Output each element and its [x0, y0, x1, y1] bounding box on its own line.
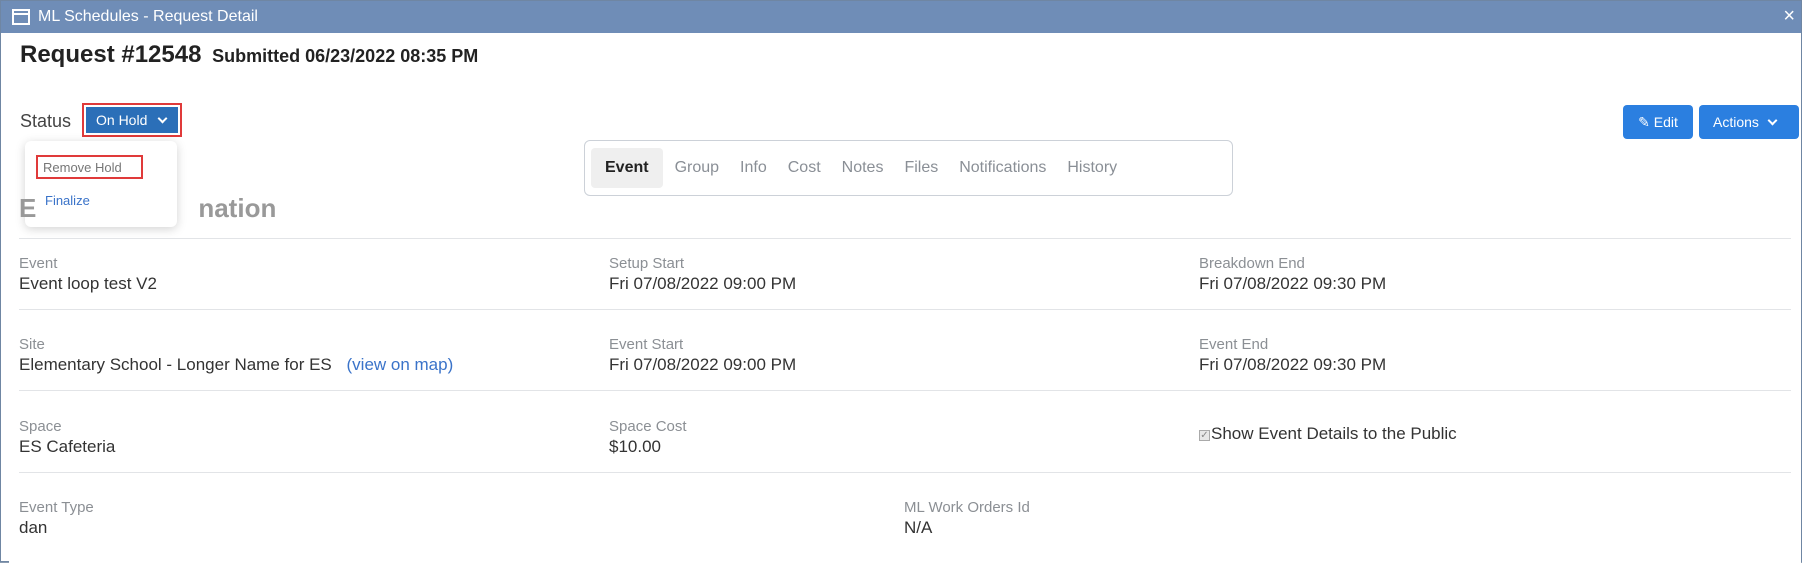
section-title-end: nation — [198, 193, 277, 223]
submitted-date: Submitted 06/23/2022 08:35 PM — [212, 46, 479, 66]
page-title: Request #12548 Submitted 06/23/2022 08:3… — [20, 41, 478, 69]
actions-button[interactable]: Actions — [1699, 105, 1799, 139]
space-value: ES Cafeteria — [19, 437, 116, 456]
divider — [19, 472, 1791, 473]
work-orders-value: N/A — [904, 518, 933, 537]
request-number: Request #12548 — [20, 41, 202, 68]
divider — [19, 390, 1791, 391]
setup-start-label: Setup Start — [609, 255, 685, 272]
site-label: Site — [19, 336, 45, 353]
section-title-start: E — [19, 193, 37, 223]
space-label: Space — [19, 418, 62, 435]
divider — [19, 238, 1791, 239]
event-start-label: Event Start — [609, 336, 684, 353]
request-detail-window: ML Schedules - Request Detail × Request … — [0, 0, 1802, 563]
edit-button[interactable]: ✎ Edit — [1623, 105, 1693, 139]
window-icon — [12, 9, 30, 25]
space-cost-label: Space Cost — [609, 418, 687, 435]
divider — [19, 309, 1791, 310]
actions-label: Actions — [1713, 114, 1759, 130]
event-label: Event — [19, 255, 58, 272]
event-type-value: dan — [19, 518, 48, 537]
site-value: Elementary School - Longer Name for ES — [19, 355, 332, 374]
space-cost-value: $10.00 — [609, 437, 661, 456]
edit-label: Edit — [1653, 114, 1678, 130]
content-area: Request #12548 Submitted 06/23/2022 08:3… — [9, 33, 1801, 563]
view-on-map-link[interactable]: (view on map) — [347, 355, 454, 374]
chevron-down-icon — [1767, 115, 1778, 125]
pencil-icon: ✎ — [1638, 113, 1650, 130]
event-type-label: Event Type — [19, 499, 94, 516]
site-value-row: Elementary School - Longer Name for ES (… — [19, 355, 453, 375]
event-start-value: Fri 07/08/2022 09:00 PM — [609, 355, 797, 374]
show-public-label: Show Event Details to the Public — [1211, 424, 1457, 443]
breakdown-end-label: Breakdown End — [1199, 255, 1305, 272]
show-public-checkbox[interactable]: ✓ — [1199, 430, 1210, 441]
breakdown-end-value: Fri 07/08/2022 09:30 PM — [1199, 274, 1387, 293]
status-dropdown-button[interactable]: On Hold — [82, 103, 182, 137]
tab-files[interactable]: Files — [895, 148, 947, 188]
event-end-label: Event End — [1199, 336, 1269, 353]
title-bar: ML Schedules - Request Detail × — [1, 1, 1801, 33]
close-icon[interactable]: × — [1783, 5, 1795, 27]
window-title: ML Schedules - Request Detail — [38, 8, 258, 25]
work-orders-label: ML Work Orders Id — [904, 499, 1030, 516]
status-value: On Hold — [96, 112, 148, 128]
tab-notifications[interactable]: Notifications — [950, 148, 1055, 188]
section-title: Enation — [19, 193, 276, 224]
status-label: Status — [20, 111, 72, 131]
event-end-value: Fri 07/08/2022 09:30 PM — [1199, 355, 1387, 374]
event-value: Event loop test V2 — [19, 274, 157, 293]
tab-bar: Event Group Info Cost Notes Files Notifi… — [584, 140, 1233, 196]
chevron-down-icon — [157, 113, 168, 123]
tab-cost[interactable]: Cost — [779, 148, 830, 188]
menu-item-remove-hold[interactable]: Remove Hold — [36, 155, 143, 179]
tab-notes[interactable]: Notes — [833, 148, 893, 188]
show-public-row: ✓ Show Event Details to the Public — [1199, 424, 1457, 444]
tab-history[interactable]: History — [1058, 148, 1126, 188]
tab-event[interactable]: Event — [591, 148, 663, 188]
tab-info[interactable]: Info — [731, 148, 776, 188]
tab-group[interactable]: Group — [666, 148, 728, 188]
setup-start-value: Fri 07/08/2022 09:00 PM — [609, 274, 797, 293]
